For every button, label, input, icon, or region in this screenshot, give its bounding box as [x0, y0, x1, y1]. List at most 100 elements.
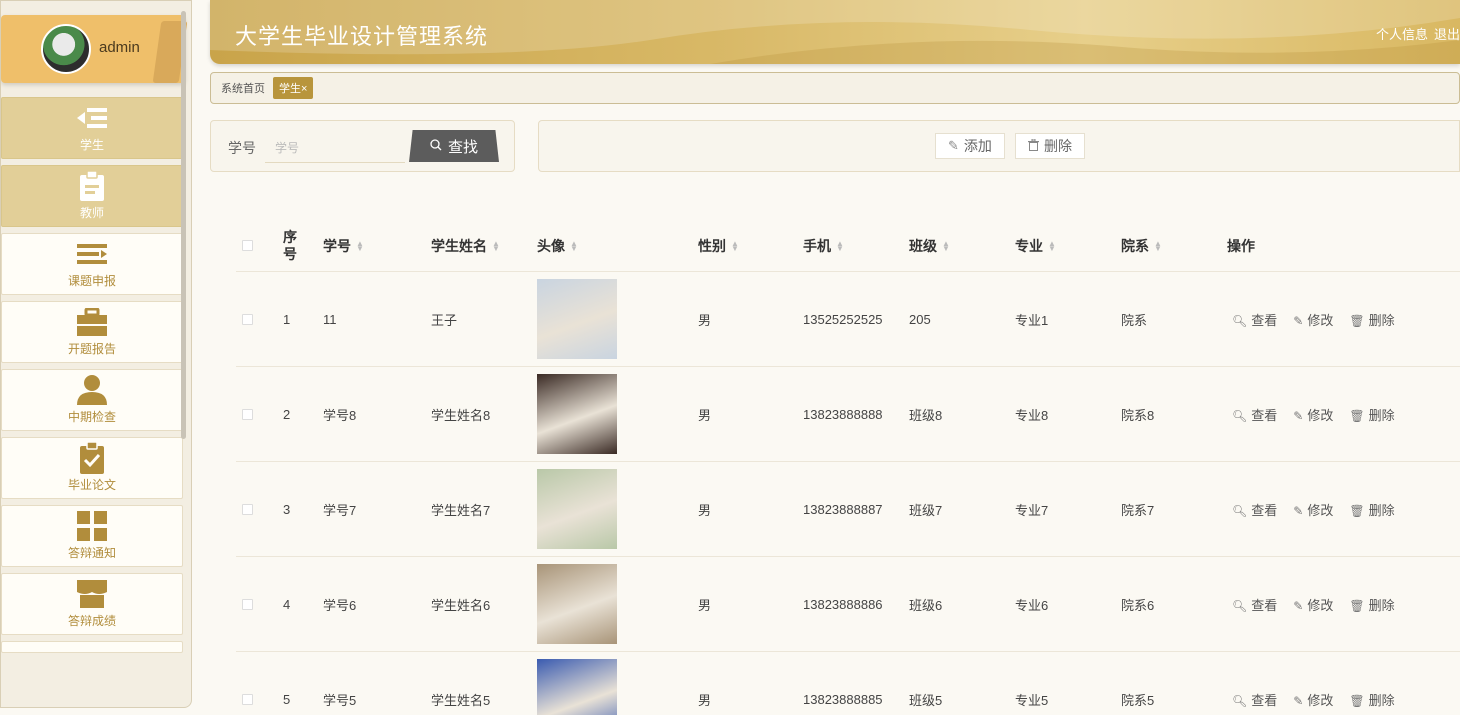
- sort-icon[interactable]: ▲ ▼: [731, 239, 739, 252]
- cell-index: 3: [283, 501, 291, 517]
- col-header-name[interactable]: 学生姓名 ▲ ▼: [431, 220, 500, 271]
- sidebar-scrollbar[interactable]: [181, 11, 186, 439]
- sidebar-item-defense-notice[interactable]: 答辩通知: [1, 505, 183, 567]
- edit-label: 修改: [1307, 692, 1334, 708]
- row-checkbox[interactable]: [242, 408, 253, 420]
- col-header-phone[interactable]: 手机 ▲ ▼: [803, 220, 844, 271]
- view-button[interactable]: 🔍︎ 查看: [1232, 690, 1277, 709]
- edit-label: 修改: [1307, 312, 1334, 328]
- cell-student-no: 学号5: [323, 692, 357, 708]
- tab-students[interactable]: 学生×: [273, 77, 314, 99]
- view-button[interactable]: 🔍︎ 查看: [1232, 310, 1277, 329]
- page-title: 大学生毕业设计管理系统: [235, 24, 489, 49]
- col-header-class[interactable]: 班级 ▲ ▼: [909, 220, 950, 271]
- cell-index: 5: [283, 691, 291, 707]
- sidebar-item-label: 中期检查: [67, 409, 116, 424]
- sidebar-item-label: 答辩通知: [67, 545, 116, 560]
- student-photo[interactable]: [537, 374, 617, 454]
- avatar[interactable]: [41, 24, 91, 74]
- table-row: 1 11 王子 男 13525252525 205 专业1 院系 🔍︎ 查看 ✎ 修…: [236, 272, 1460, 367]
- col-header-gender[interactable]: 性别 ▲ ▼: [698, 220, 739, 271]
- search-input[interactable]: [265, 133, 405, 163]
- col-header-photo[interactable]: 头像 ▲ ▼: [537, 220, 578, 271]
- row-delete-button[interactable]: 🗑︎ 删除: [1349, 690, 1394, 709]
- briefcase-icon: [77, 307, 107, 336]
- cell-actions: 🔍︎ 查看 ✎ 修改 🗑︎ 删除: [1232, 557, 1395, 651]
- sidebar-item-teachers[interactable]: 教师: [1, 165, 183, 227]
- cell-actions: 🔍︎ 查看 ✎ 修改 🗑︎ 删除: [1232, 367, 1395, 461]
- cell-class: 班级7: [909, 502, 943, 518]
- student-photo[interactable]: [537, 564, 617, 644]
- row-delete-button[interactable]: 🗑︎ 删除: [1349, 595, 1394, 614]
- clipboard-icon: [77, 170, 107, 201]
- search-panel: 学号 查找: [210, 120, 515, 172]
- row-delete-button[interactable]: 🗑︎ 删除: [1349, 500, 1394, 519]
- sort-icon[interactable]: ▲ ▼: [1048, 239, 1056, 252]
- logout-link[interactable]: 退出: [1434, 27, 1460, 42]
- tab-home[interactable]: 系统首页: [221, 80, 265, 96]
- tab-close-icon[interactable]: ×: [301, 83, 307, 95]
- sidebar-item-thesis[interactable]: 毕业论文: [1, 437, 183, 499]
- cell-photo: [537, 367, 617, 461]
- sidebar-item-proposal-report[interactable]: 开题报告: [1, 301, 183, 363]
- sidebar-item-students[interactable]: 学生: [1, 97, 183, 159]
- student-photo[interactable]: [537, 469, 617, 549]
- add-button-label: 添加: [963, 138, 992, 154]
- sort-icon[interactable]: ▲ ▼: [570, 239, 578, 252]
- sidebar-item-label: 开题报告: [67, 341, 116, 356]
- cell-dept: 院系6: [1121, 597, 1155, 613]
- view-button[interactable]: 🔍︎ 查看: [1232, 500, 1277, 519]
- col-header-dept[interactable]: 院系 ▲ ▼: [1121, 220, 1162, 271]
- tab-bar: 系统首页 学生×: [210, 72, 1460, 104]
- col-header-major[interactable]: 专业 ▲ ▼: [1015, 220, 1056, 271]
- student-photo[interactable]: [537, 279, 617, 359]
- cell-index: 2: [283, 406, 291, 422]
- edit-button[interactable]: ✎ 修改: [1293, 595, 1333, 614]
- row-delete-button[interactable]: 🗑︎ 删除: [1349, 405, 1394, 424]
- search-icon: 🔍︎: [1232, 598, 1248, 613]
- sidebar-item-midterm-check[interactable]: 中期检查: [1, 369, 183, 431]
- cell-student-no: 11: [323, 311, 337, 327]
- header-links: 个人信息 退出: [1370, 24, 1460, 43]
- sort-icon[interactable]: ▲ ▼: [492, 239, 500, 252]
- trash-icon: 🗑︎: [1349, 313, 1365, 328]
- student-photo[interactable]: [537, 659, 617, 715]
- row-checkbox[interactable]: [242, 693, 253, 705]
- edit-button[interactable]: ✎ 修改: [1293, 405, 1333, 424]
- sort-icon[interactable]: ▲ ▼: [356, 239, 364, 252]
- row-checkbox[interactable]: [242, 313, 253, 325]
- cell-gender: 男: [698, 692, 712, 708]
- clipboard-check-icon: [77, 441, 107, 474]
- profile-link[interactable]: 个人信息: [1376, 27, 1428, 42]
- cell-gender: 男: [698, 502, 712, 518]
- edit-label: 修改: [1307, 407, 1334, 423]
- col-header-student-no[interactable]: 学号 ▲ ▼: [323, 220, 364, 271]
- add-button[interactable]: ✎ 添加: [935, 133, 1005, 159]
- edit-button[interactable]: ✎ 修改: [1293, 690, 1333, 709]
- cell-phone: 13823888888: [803, 406, 883, 422]
- table-row: 3 学号7 学生姓名7 男 13823888887 班级7 专业7 院系7 🔍︎…: [236, 462, 1460, 557]
- delete-button[interactable]: 删除: [1015, 133, 1085, 159]
- row-delete-button[interactable]: 🗑︎ 删除: [1349, 310, 1394, 329]
- table-row: 4 学号6 学生姓名6 男 13823888886 班级6 专业6 院系6 🔍︎…: [236, 557, 1460, 652]
- sort-icon[interactable]: ▲ ▼: [942, 239, 950, 252]
- search-button[interactable]: 查找: [409, 130, 499, 162]
- edit-button[interactable]: ✎ 修改: [1293, 310, 1333, 329]
- sidebar-item-defense-score[interactable]: 答辩成绩: [1, 573, 183, 635]
- sidebar-item-topic-application[interactable]: 课题申报: [1, 233, 183, 295]
- view-button[interactable]: 🔍︎ 查看: [1232, 405, 1277, 424]
- sidebar-item-more[interactable]: [1, 641, 183, 653]
- trash-icon: 🗑︎: [1349, 408, 1365, 423]
- row-checkbox[interactable]: [242, 503, 253, 515]
- sort-icon[interactable]: ▲ ▼: [1154, 239, 1162, 252]
- sort-icon[interactable]: ▲ ▼: [836, 239, 844, 252]
- cell-major: 专业1: [1015, 312, 1049, 328]
- edit-button[interactable]: ✎ 修改: [1293, 500, 1333, 519]
- cell-student-no: 学号8: [323, 407, 357, 423]
- view-label: 查看: [1251, 597, 1278, 613]
- row-checkbox-cell: [242, 557, 253, 651]
- select-all-checkbox[interactable]: [242, 240, 253, 251]
- view-button[interactable]: 🔍︎ 查看: [1232, 595, 1277, 614]
- col-header-label: 头像: [537, 237, 565, 254]
- row-checkbox[interactable]: [242, 598, 253, 610]
